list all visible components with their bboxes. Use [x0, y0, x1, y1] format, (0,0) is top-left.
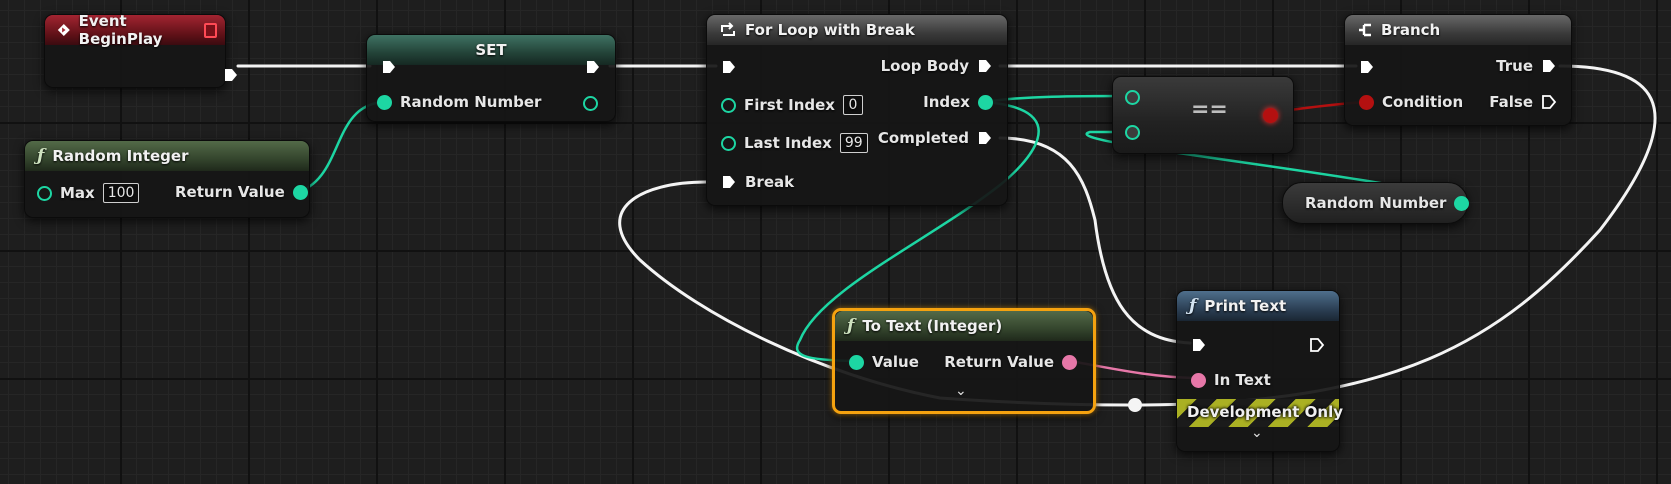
exec-in-pin[interactable]: [721, 59, 737, 75]
for-loop-title: For Loop with Break: [745, 21, 915, 39]
value-in-pin[interactable]: [849, 354, 864, 370]
equal-b-in-pin[interactable]: [1125, 125, 1140, 140]
loop-body-row: Loop Body: [881, 57, 993, 75]
true-out-pin[interactable]: [1541, 58, 1557, 74]
in-text-row: In Text: [1191, 371, 1271, 389]
value-label: Value: [872, 353, 919, 371]
event-beginplay-node[interactable]: Event BeginPlay: [44, 12, 237, 88]
exec-in-pin[interactable]: [1359, 59, 1375, 75]
exec-out-pin[interactable]: [585, 59, 601, 75]
first-index-field[interactable]: 0: [842, 95, 863, 115]
return-value-text-out-pin[interactable]: [1062, 354, 1077, 370]
index-row: Index: [923, 93, 993, 111]
return-value-row: Return Value: [175, 183, 308, 201]
to-text-return-label: Return Value: [944, 353, 1054, 371]
set-variable-node[interactable]: SET Random Number: [366, 34, 616, 122]
to-text-return-row: Return Value: [944, 353, 1077, 371]
false-row: False: [1489, 93, 1557, 111]
true-label: True: [1496, 57, 1533, 75]
set-random-number-row: Random Number: [377, 93, 541, 111]
last-index-label: Last Index: [744, 134, 832, 152]
random-integer-node[interactable]: ƒ Random Integer Max 100 Return Value: [24, 140, 310, 218]
set-node-title: SET: [475, 41, 507, 59]
exec-out-pin[interactable]: [1309, 337, 1325, 353]
completed-row: Completed: [878, 129, 993, 147]
for-loop-header[interactable]: For Loop with Break: [707, 15, 1007, 45]
last-index-row: Last Index 99: [721, 133, 868, 153]
max-in-pin[interactable]: [37, 185, 52, 201]
to-text-title: To Text (Integer): [862, 317, 1003, 335]
to-text-integer-node[interactable]: ƒ To Text (Integer) Value Return Value ⌄: [832, 308, 1096, 414]
index-label: Index: [923, 93, 970, 111]
break-label: Break: [745, 173, 795, 191]
for-loop-with-break-node[interactable]: For Loop with Break Loop Body First Inde…: [706, 14, 1008, 206]
random-number-getter-row: Random Number: [1305, 194, 1470, 212]
delegate-pin-icon[interactable]: [203, 22, 217, 38]
last-index-field[interactable]: 99: [839, 133, 868, 153]
equal-result-out-pin[interactable]: [1263, 108, 1278, 123]
break-in-pin[interactable]: [721, 174, 737, 190]
event-beginplay-title: Event BeginPlay: [78, 12, 163, 48]
development-only-label: Development Only: [1187, 403, 1343, 421]
first-index-in-pin[interactable]: [721, 97, 736, 113]
loop-body-label: Loop Body: [880, 57, 969, 75]
equal-compare-node[interactable]: ==: [1112, 76, 1294, 154]
print-text-node[interactable]: ƒ Print Text In Text Development Only ⌄: [1176, 290, 1343, 452]
equal-operator-label: ==: [1191, 97, 1228, 122]
branch-title: Branch: [1381, 21, 1441, 39]
loop-arrow-icon: [721, 22, 735, 36]
branch-node[interactable]: Branch True Condition False: [1344, 14, 1572, 126]
index-out-pin[interactable]: [978, 94, 993, 110]
return-value-out-pin[interactable]: [292, 184, 308, 200]
function-f-icon: ƒ: [847, 316, 855, 336]
chevron-down-icon[interactable]: ⌄: [1251, 425, 1263, 441]
exec-in-pin[interactable]: [381, 59, 397, 75]
diamond-arrow-icon: [57, 24, 70, 36]
in-text-label: In Text: [1214, 371, 1271, 389]
function-f-icon: ƒ: [37, 146, 45, 166]
random-number-getter-label: Random Number: [1305, 194, 1447, 212]
first-index-label: First Index: [744, 96, 835, 114]
max-value-field[interactable]: 100: [102, 183, 140, 203]
condition-row: Condition: [1359, 93, 1463, 111]
function-f-icon: ƒ: [1189, 296, 1197, 316]
event-beginplay-header[interactable]: Event BeginPlay: [45, 12, 225, 48]
exec-out-pin[interactable]: [223, 67, 239, 83]
completed-label: Completed: [877, 129, 969, 147]
set-pin-label: Random Number: [400, 93, 542, 111]
max-row: Max 100: [37, 183, 140, 203]
first-index-row: First Index 0: [721, 95, 863, 115]
last-index-in-pin[interactable]: [721, 135, 736, 151]
in-text-in-pin[interactable]: [1191, 372, 1206, 388]
random-integer-header[interactable]: ƒ Random Integer: [25, 141, 309, 171]
exec-in-pin[interactable]: [1191, 337, 1207, 353]
to-text-value-row: Value: [849, 353, 919, 371]
condition-label: Condition: [1382, 93, 1464, 111]
false-label: False: [1489, 93, 1533, 111]
completed-out-pin[interactable]: [977, 130, 993, 146]
reroute-knot[interactable]: [1128, 398, 1142, 412]
to-text-header[interactable]: ƒ To Text (Integer): [835, 311, 1093, 341]
false-out-pin[interactable]: [1541, 94, 1557, 110]
true-row: True: [1496, 57, 1557, 75]
condition-in-pin[interactable]: [1359, 94, 1374, 110]
print-text-header[interactable]: ƒ Print Text: [1177, 291, 1339, 321]
branch-header[interactable]: Branch: [1345, 15, 1571, 45]
set-node-header[interactable]: SET: [367, 35, 615, 65]
equal-a-in-pin[interactable]: [1125, 90, 1140, 105]
loop-body-out-pin[interactable]: [977, 58, 993, 74]
break-row: Break: [721, 173, 794, 191]
random-number-out-pin[interactable]: [583, 96, 598, 111]
return-value-label: Return Value: [175, 183, 285, 201]
random-number-in-pin[interactable]: [377, 94, 392, 110]
random-number-getter-out-pin[interactable]: [1454, 195, 1470, 211]
print-text-title: Print Text: [1204, 297, 1287, 315]
random-integer-title: Random Integer: [52, 147, 189, 165]
random-number-getter-node[interactable]: Random Number: [1282, 182, 1470, 224]
branch-icon: [1359, 23, 1371, 37]
max-label: Max: [60, 184, 95, 202]
chevron-down-icon[interactable]: ⌄: [955, 383, 967, 399]
